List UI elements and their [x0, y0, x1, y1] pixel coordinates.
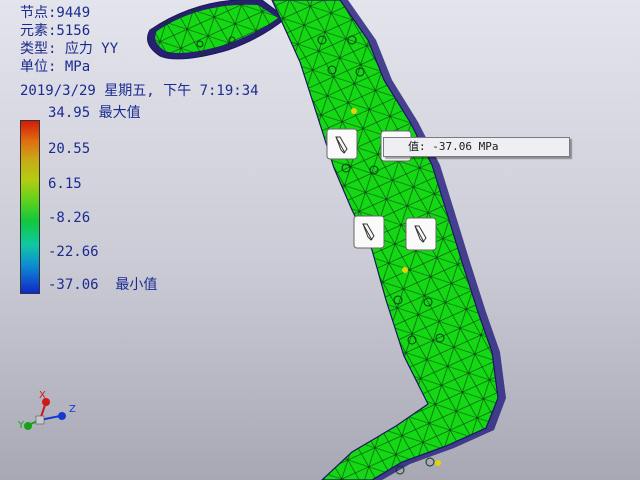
node-count: 节点:9449	[20, 5, 91, 21]
z-axis-arrow	[58, 412, 66, 420]
y-axis-arrow	[24, 422, 32, 430]
legend-label: -22.66	[48, 244, 99, 260]
legend-min-label: -37.06 最小值	[48, 277, 158, 293]
timestamp: 2019/3/29 星期五, 下午 7:19:34	[20, 83, 259, 99]
legend-max-label: 34.95 最大值	[48, 105, 141, 121]
model-viewport[interactable]	[0, 0, 640, 480]
result-unit: 单位: MPa	[20, 59, 91, 75]
x-axis-label: X	[39, 390, 46, 401]
legend-label: 20.55	[48, 141, 91, 157]
probe-value-tooltip[interactable]: 值: -37.06 MPa	[383, 137, 570, 157]
element-count: 元素:5156	[20, 23, 91, 39]
probe-marker	[326, 128, 358, 160]
probe-marker	[353, 215, 385, 249]
result-type: 类型: 应力 YY	[20, 41, 119, 57]
legend-color-bar	[20, 120, 40, 294]
legend-label: -8.26	[48, 210, 91, 226]
z-axis-label: Z	[69, 404, 76, 415]
y-axis-label: Y	[18, 420, 25, 431]
legend-label: 6.15	[48, 176, 82, 192]
bracket-part	[147, 0, 506, 480]
probe-marker	[405, 217, 437, 251]
view-triad[interactable]: X Y Z	[18, 390, 82, 442]
